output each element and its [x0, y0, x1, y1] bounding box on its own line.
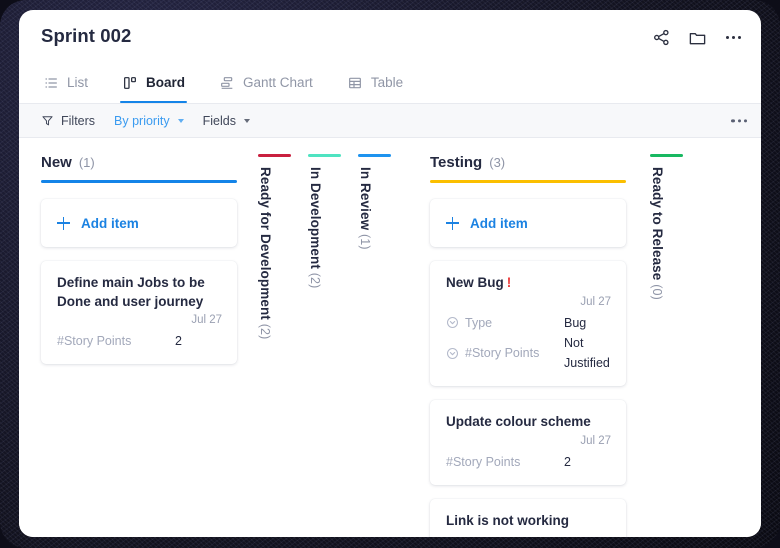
task-field-value: Bug [564, 313, 586, 333]
board-column-in-review[interactable]: In Review (1) [358, 154, 391, 537]
tab-list-label: List [67, 76, 88, 90]
board-column-ready-for-development[interactable]: Ready for Development (2) [258, 154, 291, 537]
task-field-label: Type [465, 313, 492, 333]
column-count: (3) [489, 155, 505, 170]
column-count: (2) [258, 324, 272, 340]
task-field-label-wrap: #Story Points [446, 343, 564, 363]
task-field-value: 2 [175, 331, 182, 351]
column-header[interactable]: New (1) [41, 154, 237, 180]
column-count: (1) [79, 155, 95, 170]
task-card[interactable]: Define main Jobs to be Done and user jou… [41, 261, 237, 364]
task-field: #Story Points 2 [446, 452, 611, 472]
board-column-new: New (1) Add item Define main Jobs to be … [19, 154, 255, 537]
group-by-label: By priority [114, 114, 170, 128]
column-title: New [41, 154, 72, 171]
filters-button[interactable]: Filters [41, 114, 95, 128]
tab-board-label: Board [146, 76, 185, 90]
column-title-vertical[interactable]: Ready to Release (0) [650, 167, 665, 300]
task-title: Define main Jobs to be Done and user jou… [57, 274, 222, 311]
kanban-board: New (1) Add item Define main Jobs to be … [19, 138, 761, 537]
column-title: Ready for Development [258, 167, 273, 320]
tab-table-label: Table [371, 76, 403, 90]
more-icon[interactable] [724, 28, 743, 47]
task-field-label-wrap: Type [446, 313, 564, 333]
chevron-down-circle-icon [446, 347, 459, 360]
column-title-vertical[interactable]: In Review (1) [358, 167, 373, 250]
page-title: Sprint 002 [41, 25, 131, 47]
add-item-label: Add item [81, 216, 139, 231]
task-title: New Bug! [446, 274, 611, 293]
column-title: Ready to Release [650, 167, 665, 280]
task-field-value: Not Justified [564, 333, 611, 374]
task-title: Link is not working [446, 512, 611, 531]
window-titlebar: Sprint 002 [19, 10, 761, 63]
task-date: Jul 27 [57, 313, 222, 328]
task-field: #Story Points Not Justified [446, 333, 611, 374]
plus-icon [57, 217, 70, 230]
task-field-value: 2 [564, 452, 571, 472]
table-icon [347, 75, 363, 91]
column-accent-bar [650, 154, 683, 157]
urgent-icon: ! [507, 275, 512, 290]
gantt-icon [219, 75, 235, 91]
chevron-down-icon [244, 119, 250, 123]
app-window: Sprint 002 List Bo [19, 10, 761, 537]
board-icon [122, 75, 138, 91]
board-column-in-development[interactable]: In Development (2) [308, 154, 341, 537]
add-item-button[interactable]: Add item [430, 199, 626, 247]
share-icon[interactable] [652, 28, 671, 47]
folder-icon[interactable] [688, 28, 707, 47]
fields-button[interactable]: Fields [203, 114, 250, 128]
fields-label: Fields [203, 114, 236, 128]
column-title: In Review [358, 167, 373, 230]
board-column-testing: Testing (3) Add item New Bug! Jul 27 [408, 154, 644, 537]
column-cards: Add item New Bug! Jul 27 Type [430, 183, 626, 537]
add-item-button[interactable]: Add item [41, 199, 237, 247]
task-field-label: #Story Points [465, 343, 539, 363]
column-accent-bar [358, 154, 391, 157]
board-column-ready-to-release[interactable]: Ready to Release (0) [650, 154, 683, 537]
chevron-down-circle-icon [446, 316, 459, 329]
task-field-label: #Story Points [57, 331, 175, 351]
column-accent-bar [308, 154, 341, 157]
list-icon [43, 75, 59, 91]
task-card[interactable]: Link is not working [430, 499, 626, 537]
task-card[interactable]: New Bug! Jul 27 Type Bug [430, 261, 626, 386]
column-count: (1) [358, 234, 372, 250]
view-tabs: List Board Gantt Chart Table [19, 63, 761, 104]
column-cards: Add item Define main Jobs to be Done and… [41, 183, 237, 364]
filters-label: Filters [61, 114, 95, 128]
task-date: Jul 27 [446, 434, 611, 449]
chevron-down-icon [178, 119, 184, 123]
titlebar-actions [652, 28, 743, 47]
task-field: #Story Points 2 [57, 331, 222, 351]
tab-gantt-chart[interactable]: Gantt Chart [217, 63, 315, 103]
tab-table[interactable]: Table [345, 63, 405, 103]
task-date: Jul 27 [446, 295, 611, 310]
collapsed-columns-group: Ready for Development (2) In Development… [255, 154, 408, 537]
group-by-button[interactable]: By priority [114, 114, 184, 128]
column-count: (0) [650, 284, 664, 300]
filter-icon [41, 114, 54, 127]
toolbar-more-button[interactable] [731, 119, 747, 122]
tab-list[interactable]: List [41, 63, 90, 103]
column-accent-bar [258, 154, 291, 157]
column-title-vertical[interactable]: In Development (2) [308, 167, 323, 288]
column-title: Testing [430, 154, 482, 171]
task-field-label: #Story Points [446, 452, 564, 472]
column-header[interactable]: Testing (3) [430, 154, 626, 180]
add-item-label: Add item [470, 216, 528, 231]
column-title-vertical[interactable]: Ready for Development (2) [258, 167, 273, 339]
task-title-text: New Bug [446, 275, 504, 290]
column-count: (2) [308, 273, 322, 289]
column-title: In Development [308, 167, 323, 269]
board-toolbar: Filters By priority Fields [19, 104, 761, 138]
plus-icon [446, 217, 459, 230]
task-title: Update colour scheme [446, 413, 611, 432]
tab-board[interactable]: Board [120, 63, 187, 103]
task-field: Type Bug [446, 313, 611, 333]
tab-gantt-chart-label: Gantt Chart [243, 76, 313, 90]
task-card[interactable]: Update colour scheme Jul 27 #Story Point… [430, 400, 626, 485]
